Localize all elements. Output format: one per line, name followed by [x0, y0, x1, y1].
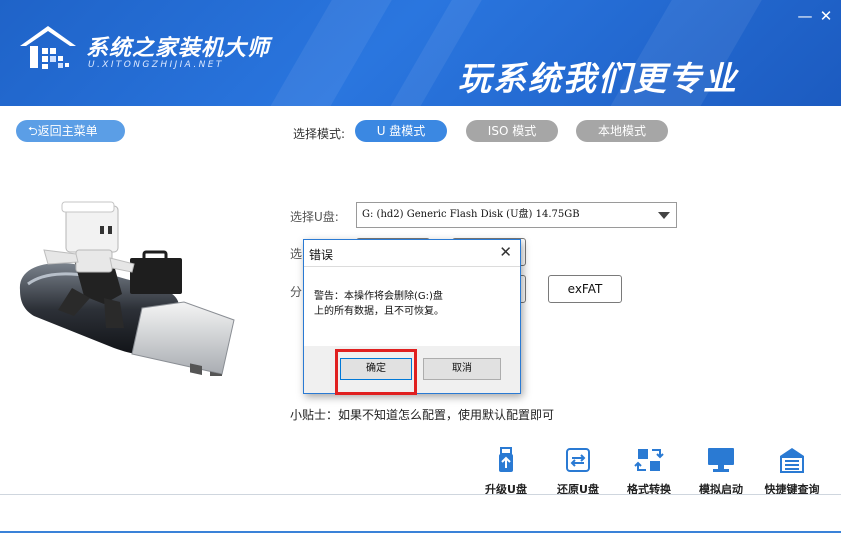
header-banner: 系统之家装机大师 U.XITONGZHIJIA.NET 玩系统我们更专业 — ✕ — [0, 0, 841, 106]
hotkey-query-tool[interactable]: 快捷键查询 — [757, 446, 827, 497]
back-to-main-menu-button[interactable]: ⮌返回主菜单 — [16, 120, 125, 142]
slogan: 玩系统我们更专业 — [458, 59, 738, 98]
dialog-close-icon[interactable]: ✕ — [499, 243, 512, 261]
brand-title: 系统之家装机大师 — [86, 36, 271, 61]
dialog-message: 警告：本操作将会删除(G:)盘 上的所有数据，且不可恢复。 — [304, 267, 520, 346]
error-dialog: 错误 ✕ 警告：本操作将会删除(G:)盘 上的所有数据，且不可恢复。 确定 取消 — [303, 239, 521, 395]
dialog-title: 错误 — [309, 248, 334, 262]
format-convert-icon — [634, 449, 664, 471]
footer-divider — [0, 494, 841, 495]
confirm-highlight-box — [335, 349, 417, 395]
close-button[interactable]: ✕ — [817, 8, 835, 26]
simulate-boot-tool[interactable]: 模拟启动 — [686, 446, 756, 497]
dropdown-arrow-icon — [658, 212, 670, 219]
row2-label: 选 — [290, 247, 303, 261]
dialog-message-line1: 警告：本操作将会删除(G:)盘 — [314, 291, 443, 302]
tab-iso-mode[interactable]: ISO 模式 — [466, 120, 558, 142]
minimize-button[interactable]: — — [796, 8, 814, 26]
cancel-button[interactable]: 取消 — [423, 358, 501, 380]
usb-upgrade-icon — [499, 447, 513, 472]
usb-drive-select[interactable]: G: (hd2) Generic Flash Disk (U盘) 14.75GB — [356, 202, 677, 228]
brand-url: U.XITONGZHIJIA.NET — [88, 60, 224, 70]
tab-local-mode[interactable]: 本地模式 — [576, 120, 668, 142]
tab-usb-mode[interactable]: U 盘模式 — [355, 120, 447, 142]
dialog-message-line2: 上的所有数据，且不可恢复。 — [314, 306, 444, 317]
mode-label: 选择模式: — [293, 127, 346, 141]
exfat-button[interactable]: exFAT — [548, 275, 622, 303]
usb-robot-illustration — [19, 201, 235, 376]
usb-drive-value: G: (hd2) Generic Flash Disk (U盘) 14.75GB — [362, 209, 580, 220]
upgrade-usb-tool[interactable]: 升级U盘 — [471, 446, 541, 497]
format-convert-tool[interactable]: 格式转换 — [614, 446, 684, 497]
tip-text: 小贴士：如果不知道怎么配置，使用默认配置即可 — [290, 408, 555, 422]
usb-restore-icon — [566, 448, 590, 472]
keyboard-icon — [780, 448, 804, 473]
row3-label: 分 — [290, 285, 303, 299]
house-logo-icon — [20, 26, 76, 69]
usb-drive-label: 选择U盘: — [290, 210, 339, 224]
monitor-icon — [708, 448, 734, 472]
dialog-titlebar: 错误 ✕ — [304, 240, 520, 267]
restore-usb-tool[interactable]: 还原U盘 — [543, 446, 613, 497]
